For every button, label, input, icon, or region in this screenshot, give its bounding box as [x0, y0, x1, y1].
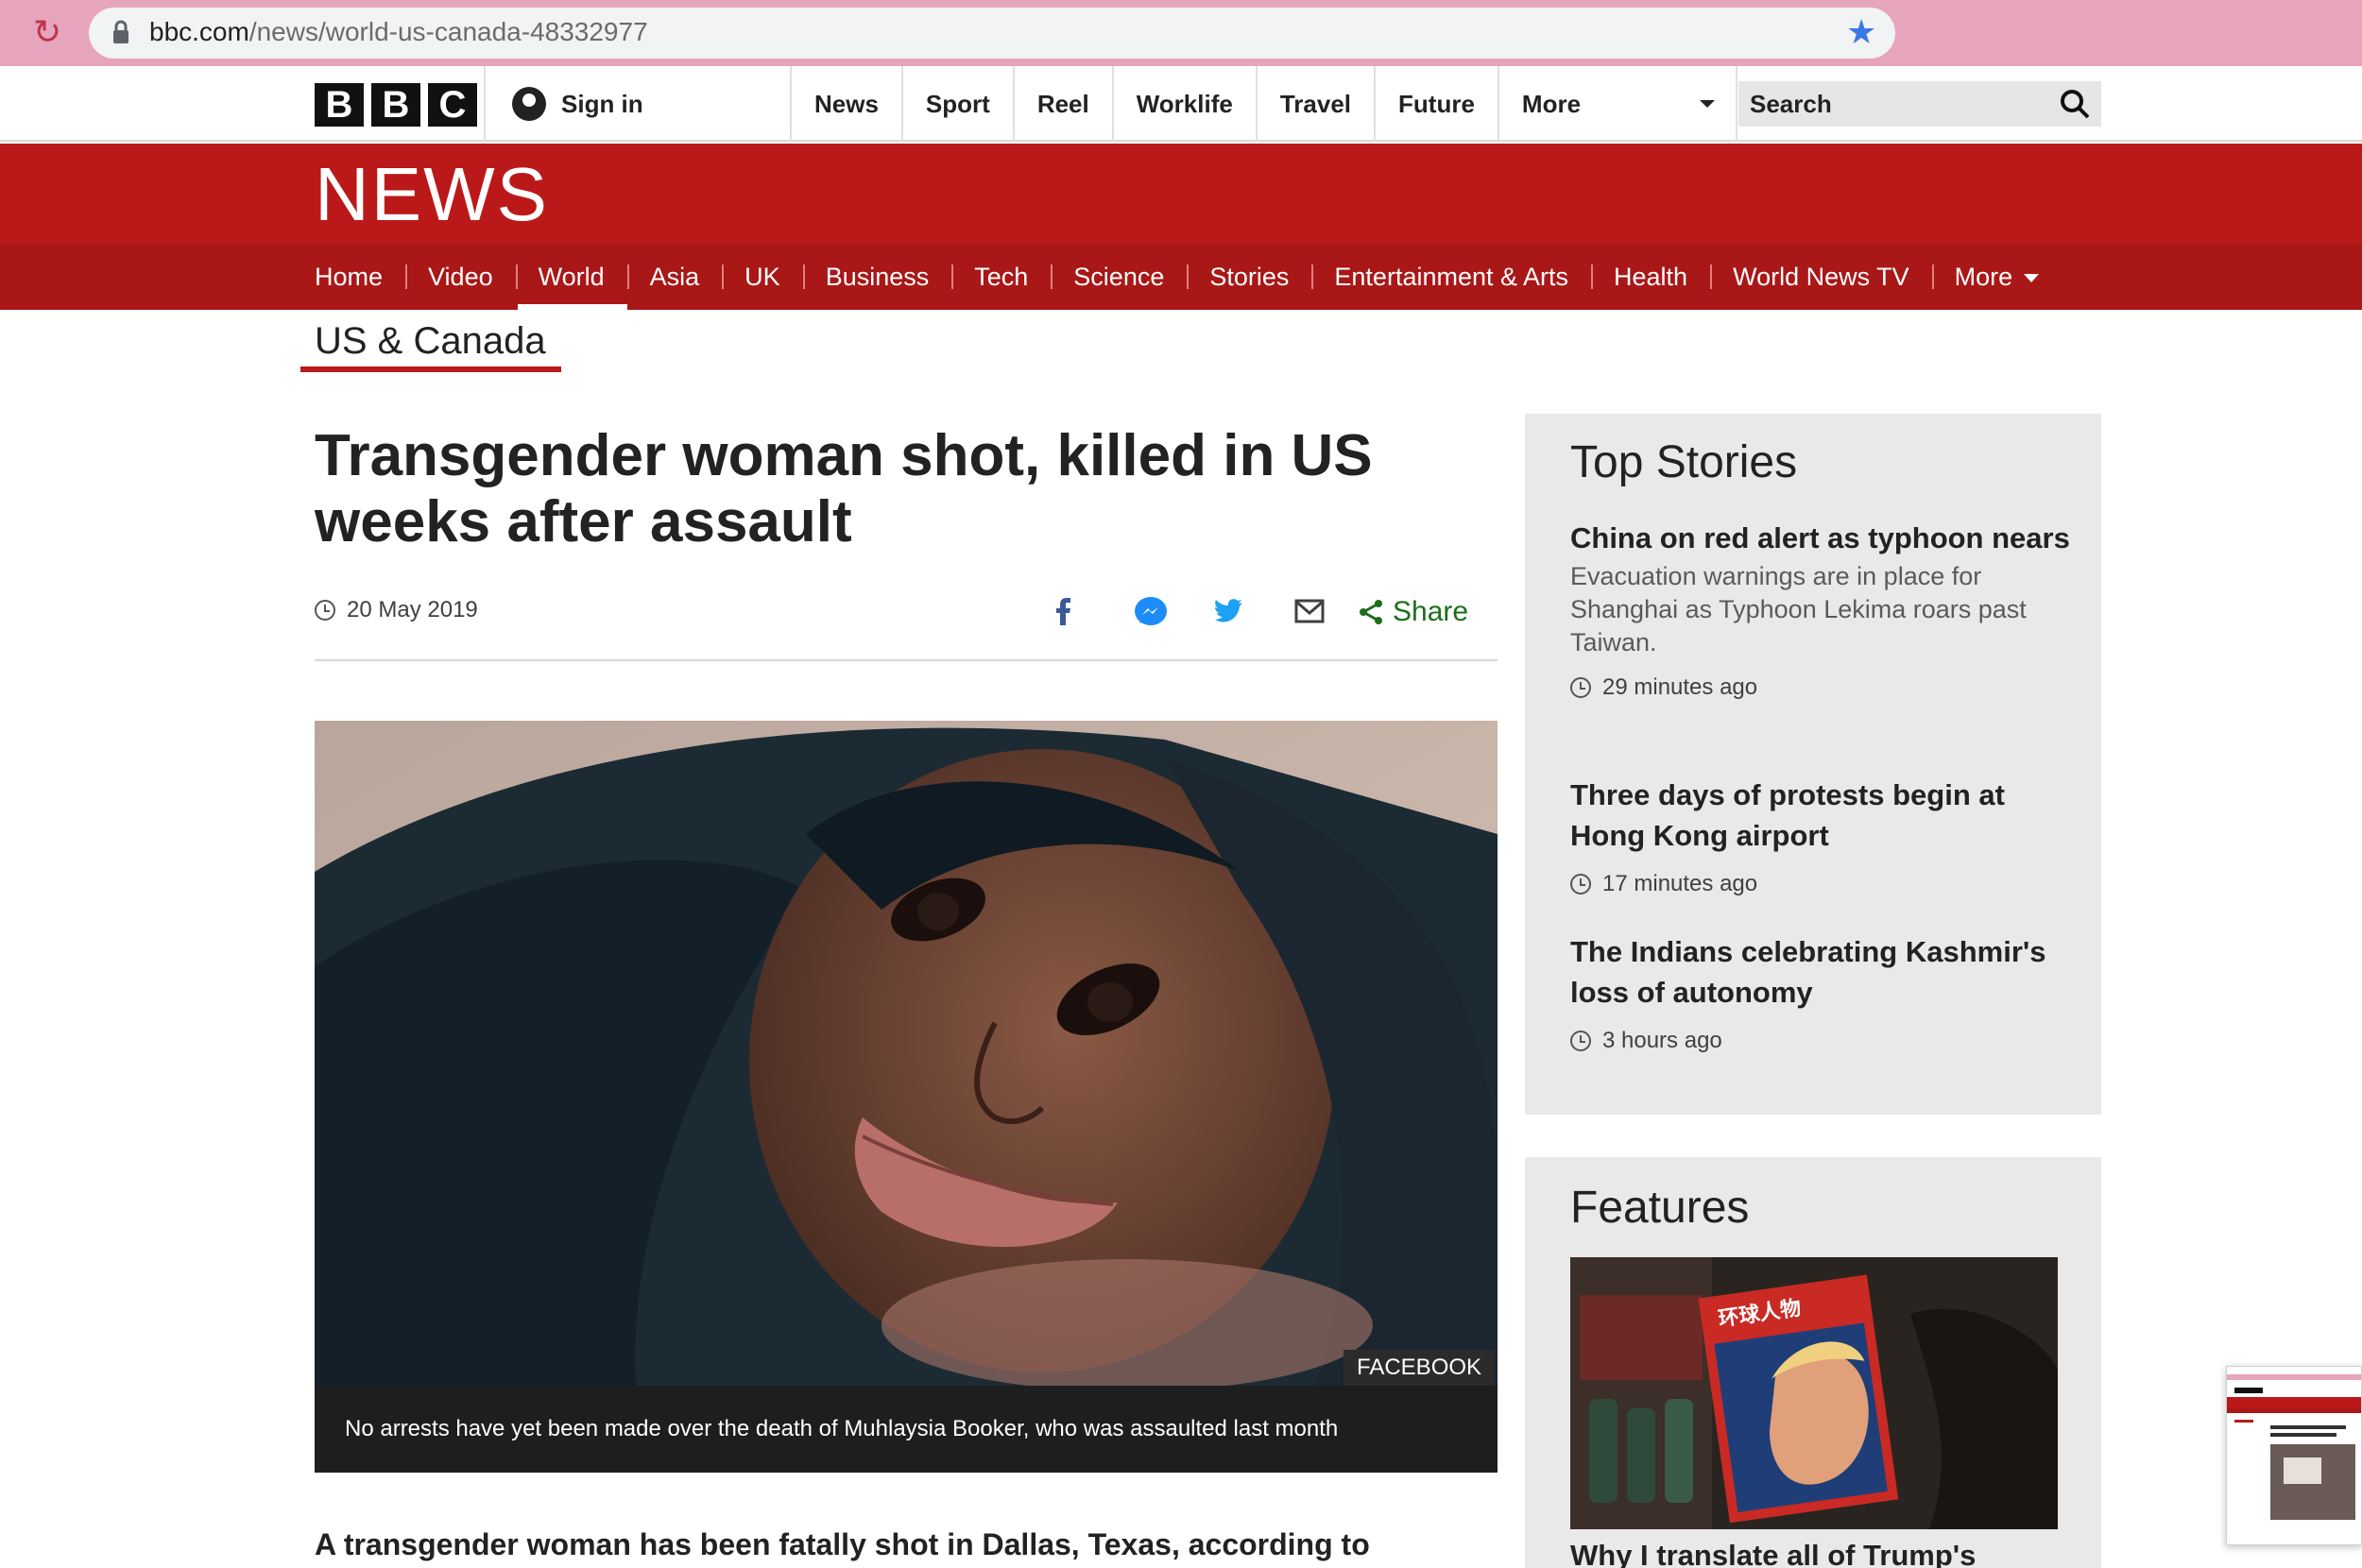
- nav-reel[interactable]: Reel: [1012, 66, 1112, 142]
- tab-more[interactable]: More: [1931, 244, 2062, 310]
- date-text: 20 May 2019: [347, 597, 478, 622]
- story-time-text: 3 hours ago: [1602, 1028, 1722, 1053]
- sign-in-link[interactable]: Sign in: [512, 83, 643, 125]
- browser-toolbar: ↻ bbc.com/news/world-us-canada-48332977 …: [0, 0, 2362, 66]
- user-icon: [512, 87, 546, 121]
- twitter-icon[interactable]: [1190, 589, 1270, 635]
- story-time-text: 17 minutes ago: [1602, 871, 1758, 896]
- tab-home[interactable]: Home: [315, 244, 405, 310]
- story-time: 3 hours ago: [1570, 1028, 2071, 1054]
- logo-letter: B: [315, 83, 364, 127]
- article-date: 20 May 2019: [315, 593, 478, 627]
- nav-travel[interactable]: Travel: [1255, 66, 1374, 142]
- nav-more[interactable]: More: [1497, 66, 1737, 142]
- search-placeholder: Search: [1750, 90, 1832, 118]
- section-underline: [300, 366, 561, 372]
- magazine-image: 环球人物: [1570, 1257, 2058, 1529]
- clock-icon: [315, 600, 335, 621]
- top-stories-title: Top Stories: [1570, 437, 1798, 487]
- tab-stories[interactable]: Stories: [1187, 244, 1311, 310]
- image-credit: FACEBOOK: [1344, 1350, 1496, 1386]
- reload-icon[interactable]: ↻: [28, 13, 66, 51]
- sign-in-label: Sign in: [561, 89, 643, 118]
- story-time: 29 minutes ago: [1570, 674, 2071, 701]
- search-icon[interactable]: [2060, 89, 2090, 119]
- news-banner: NEWS: [0, 144, 2362, 244]
- logo-letter: C: [428, 83, 477, 127]
- story-time: 17 minutes ago: [1570, 871, 2071, 897]
- news-logo[interactable]: NEWS: [315, 151, 549, 238]
- nav-worklife[interactable]: Worklife: [1111, 66, 1256, 142]
- tab-health[interactable]: Health: [1591, 244, 1710, 310]
- news-navigation: Home Video World Asia UK Business Tech S…: [0, 244, 2362, 310]
- features-title: Features: [1570, 1183, 1750, 1233]
- messenger-icon[interactable]: [1111, 589, 1190, 635]
- bbc-logo[interactable]: B B C: [315, 83, 477, 127]
- image-caption: No arrests have yet been made over the d…: [315, 1386, 1498, 1473]
- story-headline[interactable]: Three days of protests begin at Hong Kon…: [1570, 775, 2071, 856]
- tab-asia[interactable]: Asia: [626, 244, 723, 310]
- story-time-text: 29 minutes ago: [1602, 674, 1758, 700]
- tab-science[interactable]: Science: [1051, 244, 1187, 310]
- tab-tech[interactable]: Tech: [951, 244, 1051, 310]
- divider: [315, 659, 1498, 661]
- top-story-item[interactable]: Three days of protests begin at Hong Kon…: [1570, 775, 2071, 897]
- tab-world-news-tv[interactable]: World News TV: [1710, 244, 1932, 310]
- story-headline[interactable]: China on red alert as typhoon nears: [1570, 518, 2071, 558]
- tab-world[interactable]: World: [515, 244, 627, 310]
- portrait-image: [315, 721, 1498, 1386]
- chevron-down-icon: [2024, 274, 2040, 283]
- feature-headline[interactable]: Why I translate all of Trump's: [1570, 1535, 1976, 1568]
- clock-icon: [1570, 874, 1591, 895]
- facebook-icon[interactable]: [1032, 589, 1111, 635]
- email-icon[interactable]: [1270, 589, 1349, 635]
- top-story-item[interactable]: The Indians celebrating Kashmir's loss o…: [1570, 931, 2071, 1054]
- clock-icon: [1570, 677, 1591, 698]
- section-title[interactable]: US & Canada: [315, 315, 546, 366]
- divider: [484, 66, 486, 142]
- feature-image[interactable]: 环球人物: [1570, 1257, 2058, 1529]
- story-summary: Evacuation warnings are in place for Sha…: [1570, 562, 2027, 656]
- top-stories-panel: Top Stories China on red alert as typhoo…: [1525, 414, 2101, 1115]
- tab-entertainment-arts[interactable]: Entertainment & Arts: [1311, 244, 1591, 310]
- article-lede: A transgender woman has been fatally sho…: [315, 1527, 1370, 1561]
- top-navigation: News Sport Reel Worklife Travel Future M…: [790, 66, 1737, 142]
- nav-news[interactable]: News: [790, 66, 901, 142]
- share-label: Share: [1393, 596, 1469, 627]
- nav-future[interactable]: Future: [1374, 66, 1498, 142]
- article-photo: [315, 721, 1498, 1386]
- tab-more-label: More: [1954, 263, 2013, 291]
- nav-sport[interactable]: Sport: [900, 66, 1013, 142]
- story-headline[interactable]: The Indians celebrating Kashmir's loss o…: [1570, 931, 2071, 1013]
- bookmark-star-icon[interactable]: ★: [1846, 11, 1876, 53]
- features-panel: Features 环球人物 Why I translate all of Tru…: [1525, 1157, 2101, 1568]
- tab-video[interactable]: Video: [405, 244, 516, 310]
- logo-letter: B: [371, 83, 420, 127]
- thumbnail-image: [2227, 1367, 2361, 1544]
- screenshot-thumbnail[interactable]: [2226, 1366, 2362, 1545]
- top-story-item[interactable]: China on red alert as typhoon nears Evac…: [1570, 518, 2071, 701]
- url-text[interactable]: bbc.com/news/world-us-canada-48332977: [149, 13, 648, 51]
- lock-icon: [113, 20, 128, 43]
- clock-icon: [1570, 1031, 1591, 1051]
- share-icon: [1360, 600, 1382, 624]
- tab-business[interactable]: Business: [802, 244, 952, 310]
- nav-more-label: More: [1521, 90, 1582, 118]
- search-input[interactable]: Search: [1738, 81, 2101, 127]
- share-button[interactable]: Share: [1359, 596, 1468, 628]
- article-headline: Transgender woman shot, killed in US wee…: [315, 423, 1373, 554]
- chevron-down-icon: [1699, 100, 1715, 108]
- tab-uk[interactable]: UK: [722, 244, 803, 310]
- share-tools: Share: [1032, 589, 1468, 635]
- bbc-masthead: B B C Sign in News Sport Reel Worklife T…: [0, 66, 2362, 142]
